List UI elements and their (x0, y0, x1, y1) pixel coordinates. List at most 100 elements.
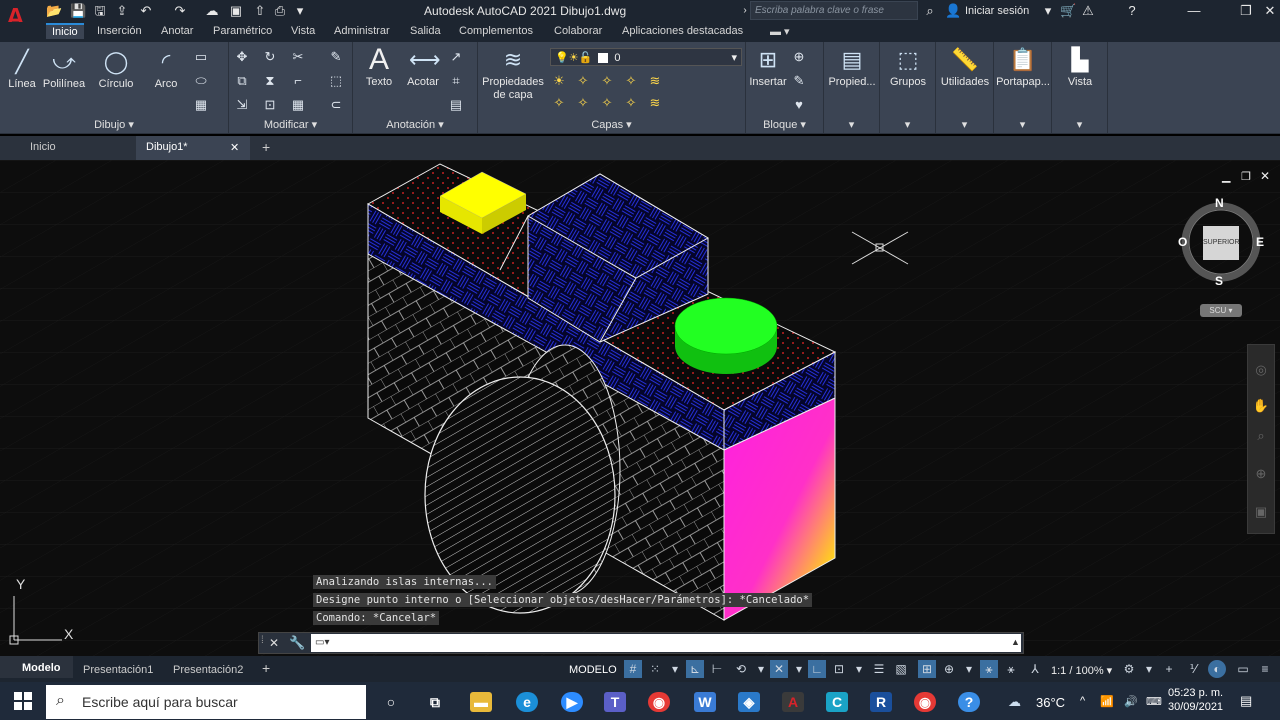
annotation-monitor-icon[interactable]: + (1160, 660, 1178, 678)
signin-dropdown-icon[interactable]: ▾ (1040, 3, 1056, 19)
line-button[interactable]: ╱ Línea (4, 48, 40, 91)
tab-presentacion1[interactable]: Presentación1 (83, 664, 153, 676)
tab-complementos[interactable]: Complementos (459, 25, 533, 37)
tab-anotar[interactable]: Anotar (161, 25, 193, 37)
properties-button[interactable]: ▤ Propied... (826, 46, 878, 89)
stretch-icon[interactable]: ⇲ (233, 96, 251, 114)
pan-icon[interactable]: ✋ (1252, 397, 1270, 415)
clipboard-dropdown-icon[interactable]: ▾ (994, 118, 1051, 131)
steering-wheel-icon[interactable]: ◎ (1252, 361, 1270, 379)
tab-administrar[interactable]: Administrar (334, 25, 390, 37)
leader-icon[interactable]: ↗ (447, 48, 465, 66)
viewport-close-icon[interactable]: ✕ (1260, 169, 1270, 183)
copy-icon[interactable]: ⧉ (233, 72, 251, 90)
tab-insercion[interactable]: Inserción (97, 25, 142, 37)
layer-walk-icon[interactable]: ✧ (622, 94, 640, 112)
tab-salida[interactable]: Salida (410, 25, 441, 37)
tab-colaborar[interactable]: Colaborar (554, 25, 602, 37)
lineweight-icon[interactable]: ⊡ (830, 660, 848, 678)
share-icon[interactable]: ☁ (204, 3, 220, 19)
model-space-toggle[interactable]: MODELO (569, 664, 617, 676)
scale-icon[interactable]: ⊡ (261, 96, 279, 114)
weather-temp[interactable]: 36°C (1036, 695, 1065, 710)
wcs-menu[interactable]: SCU ▾ (1200, 304, 1242, 317)
help-icon[interactable]: ? (1124, 3, 1140, 19)
arc-button[interactable]: ◜ Arco (146, 48, 186, 91)
clipboard-button[interactable]: 📋 Portapap... (996, 46, 1050, 89)
mirror-icon[interactable]: ⧗ (261, 72, 279, 90)
command-history-toggle-icon[interactable]: ▲ (1011, 637, 1020, 647)
panel-label-modificar[interactable]: Modificar ▾ (229, 118, 352, 131)
showmotion-icon[interactable]: ▣ (1252, 503, 1270, 521)
chrome-icon[interactable]: ◉ (648, 692, 670, 712)
snap-dropdown-icon[interactable]: ▾ (666, 660, 684, 678)
polar-icon[interactable]: ⊢ (708, 660, 726, 678)
ortho-icon[interactable]: ⊾ (686, 660, 704, 678)
viewcube-north[interactable]: N (1215, 196, 1224, 210)
layer-properties-button[interactable]: ≋ Propiedades de capa (480, 46, 546, 102)
table-grid-icon[interactable]: ▤ (447, 96, 465, 114)
viewcube-east[interactable]: E (1256, 235, 1264, 249)
layer-dropdown[interactable]: 💡☀🔓 0 ▾ (550, 48, 742, 66)
cortana-icon[interactable]: ○ (380, 692, 402, 712)
workspace-gear-icon[interactable]: ⚙ (1120, 660, 1138, 678)
cart-icon[interactable]: 🛒 (1060, 3, 1076, 19)
doc-tab-dibujo1[interactable]: Dibujo1* ✕ (136, 136, 250, 160)
windows-start-icon[interactable] (14, 692, 32, 710)
object-snap-tracking-icon[interactable]: ✕ (770, 660, 788, 678)
search-input[interactable]: Escriba palabra clave o frase (750, 1, 918, 20)
taskbar-search[interactable]: ⌕ Escribe aquí para buscar (46, 685, 366, 719)
close-icon[interactable]: ✕ (1262, 3, 1278, 19)
isolate-objects-icon[interactable]: ◐ (1208, 660, 1226, 678)
new-tab-icon[interactable]: + (262, 139, 270, 155)
zoom-app-icon[interactable]: ▶ (561, 692, 583, 712)
taskbar-clock[interactable]: 05:23 p. m. 30/09/2021 (1168, 686, 1223, 714)
export-icon[interactable]: ⇪ (114, 3, 130, 19)
polyline-button[interactable]: ⤻ Polilínea (40, 48, 88, 91)
annotation-visibility-icon[interactable]: ⚹ (980, 660, 998, 678)
viewcube-face[interactable]: SUPERIOR (1203, 226, 1240, 260)
panel-label-anotacion[interactable]: Anotación ▾ (353, 118, 477, 131)
isodraft-icon[interactable]: ⟲ (732, 660, 750, 678)
command-grip-icon[interactable]: ⁞ (261, 635, 264, 646)
table-icon[interactable]: ⌗ (447, 72, 465, 90)
tab-modelo[interactable]: Modelo (0, 656, 73, 678)
viewport-minimize-icon[interactable]: ▁ (1222, 170, 1230, 183)
redo-icon[interactable]: ↷ (172, 3, 188, 19)
viewport-restore-icon[interactable]: ❐ (1241, 170, 1251, 183)
add-layout-icon[interactable]: + (262, 660, 270, 676)
utilities-dropdown-icon[interactable]: ▾ (936, 118, 993, 131)
open-folder-icon[interactable]: 📂 (46, 3, 62, 19)
teams-icon[interactable]: T (604, 692, 626, 712)
snap-icon[interactable]: ⁙ (646, 660, 664, 678)
viewcube-west[interactable]: O (1178, 235, 1187, 249)
view-dropdown-icon[interactable]: ▾ (1052, 118, 1107, 131)
close-tab-icon[interactable]: ✕ (230, 141, 239, 154)
wifi-icon[interactable]: 📶 (1100, 695, 1114, 708)
offset-icon[interactable]: ⊂ (327, 96, 345, 114)
selection-cycling-icon[interactable]: ▧ (892, 660, 910, 678)
volume-icon[interactable]: 🔊 (1124, 695, 1138, 708)
ellipse-icon[interactable]: ⬭ (192, 72, 210, 90)
panel-label-capas[interactable]: Capas ▾ (478, 118, 745, 131)
tray-overflow-icon[interactable]: ^ (1080, 695, 1085, 707)
tab-aplicaciones[interactable]: Aplicaciones destacadas (622, 25, 743, 37)
task-view-icon[interactable]: ⧉ (424, 692, 446, 712)
doc-tab-inicio[interactable]: Inicio (30, 141, 56, 153)
revit-icon[interactable]: R (870, 692, 892, 712)
lineweight-dropdown-icon[interactable]: ▾ (850, 660, 868, 678)
signin-link[interactable]: Iniciar sesión (965, 5, 1029, 17)
command-customize-icon[interactable]: 🔧 (289, 635, 305, 651)
object-snap-icon[interactable]: ∟ (808, 660, 826, 678)
groups-dropdown-icon[interactable]: ▾ (880, 118, 935, 131)
dynamic-ucs-dropdown-icon[interactable]: ▾ (960, 660, 978, 678)
attribute-icon[interactable]: ♥ (790, 96, 808, 114)
explode-icon[interactable]: ⬚ (327, 72, 345, 90)
tab-presentacion2[interactable]: Presentación2 (173, 664, 243, 676)
word-icon[interactable]: W (694, 692, 716, 712)
rectangle-icon[interactable]: ▭ (192, 48, 210, 66)
layer-off-icon[interactable]: ✧ (574, 72, 592, 90)
utilities-button[interactable]: 📏 Utilidades (938, 46, 992, 89)
civil3d-icon[interactable]: C (826, 692, 848, 712)
ribbon-options-icon[interactable]: ▬ ▾ (770, 25, 790, 38)
